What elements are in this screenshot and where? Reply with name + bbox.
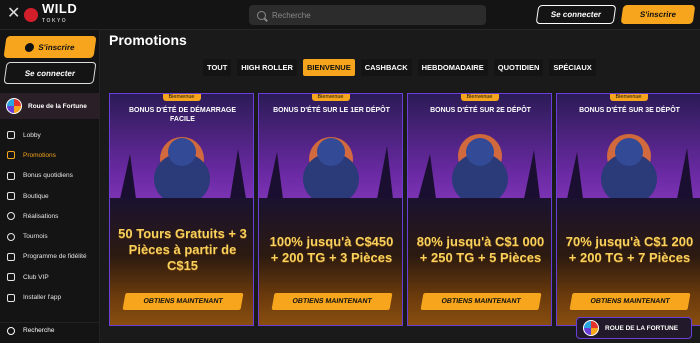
sidebar-login-button[interactable]: Se connecter <box>3 62 97 84</box>
sidebar-item-label: Lobby <box>23 131 41 139</box>
sidebar-item-shop[interactable]: Boutique <box>0 186 100 206</box>
sidebar-item-loyalty[interactable]: Programme de fidélité <box>0 247 100 267</box>
card-offer: 80% jusqu'à C$1 000 + 250 TG + 5 Pièces <box>416 234 545 265</box>
sidebar-signup-button[interactable]: S'inscrire <box>3 36 97 58</box>
bag-icon <box>7 192 15 201</box>
floating-wheel-of-fortune-button[interactable]: ROUE DE LA FORTUNE <box>576 317 692 339</box>
tab-cashback[interactable]: CASHBACK <box>360 59 412 76</box>
sidebar-item-label: Bonus quotidiens <box>23 172 73 180</box>
card-offer: 50 Tours Gratuits + 3 Pièces à partir de… <box>118 226 247 273</box>
promo-card[interactable]: Bienvenue BONUS D'ÉTÉ SUR 3E DÉPÔT 70% j… <box>556 93 700 326</box>
sidebar-item-label: Réalisations <box>23 212 59 220</box>
sidebar-wheel-of-fortune[interactable]: Roue de la Fortune <box>0 93 100 119</box>
card-offer: 100% jusqu'à C$450 + 200 TG + 3 Pièces <box>269 234 394 265</box>
sidebar-item-achievements[interactable]: Réalisations <box>0 206 100 226</box>
sidebar-wheel-label: Roue de la Fortune <box>28 102 87 110</box>
sidebar-item-label: Club VIP <box>23 273 49 281</box>
card-offer: 70% jusqu'à C$1 200 + 200 TG + 7 Pièces <box>565 234 694 265</box>
login-button[interactable]: Se connecter <box>535 5 617 24</box>
promo-card[interactable]: Bienvenue BONUS D'ÉTÉ SUR LE 1ER DÉPÔT 1… <box>258 93 403 326</box>
sidebar-search-label: Recherche <box>23 327 55 334</box>
main-content: Promotions TOUT HIGH ROLLER BIENVENUE CA… <box>101 30 700 343</box>
card-cta-button[interactable]: OBTIENS MAINTENANT <box>569 293 691 310</box>
tab-tout[interactable]: TOUT <box>203 59 232 76</box>
card-badge: Bienvenue <box>311 94 350 101</box>
search-icon <box>7 326 15 335</box>
tab-hebdomadaire[interactable]: HEBDOMADAIRE <box>417 59 488 76</box>
logo-text: WILD TOKYO <box>42 1 78 27</box>
sidebar: S'inscrire Se connecter Roue de la Fortu… <box>0 30 100 343</box>
trophy-icon <box>7 212 15 221</box>
sidebar-item-daily-bonus[interactable]: Bonus quotidiens <box>0 166 100 186</box>
sidebar-item-label: Promotions <box>23 151 56 159</box>
logo-title: WILD <box>42 1 78 16</box>
calendar-icon <box>7 171 15 180</box>
sidebar-item-label: Installer l'app <box>23 294 62 302</box>
card-cta-button[interactable]: OBTIENS MAINTENANT <box>271 293 393 310</box>
floating-wheel-label: ROUE DE LA FORTUNE <box>605 324 679 332</box>
sidebar-item-vip[interactable]: Club VIP <box>0 267 100 287</box>
sidebar-item-tournaments[interactable]: Tournois <box>0 226 100 246</box>
card-title: BONUS D'ÉTÉ DE DÉMARRAGE FACILE <box>128 107 237 123</box>
logo-subtitle: TOKYO <box>42 18 68 24</box>
signup-button[interactable]: S'inscrire <box>620 5 696 24</box>
card-title: BONUS D'ÉTÉ SUR 2E DÉPÔT <box>430 107 531 114</box>
fortune-wheel-icon <box>583 320 599 336</box>
sidebar-item-install-app[interactable]: Installer l'app <box>0 287 100 307</box>
logo[interactable]: WILD TOKYO <box>24 1 78 27</box>
tab-quotidien[interactable]: QUOTIDIEN <box>493 59 544 76</box>
crown-icon <box>7 252 15 261</box>
promo-tabs: TOUT HIGH ROLLER BIENVENUE CASHBACK HEBD… <box>203 59 596 77</box>
sidebar-item-promotions[interactable]: Promotions <box>0 145 100 165</box>
sidebar-item-label: Tournois <box>23 233 48 241</box>
search-input[interactable]: Recherche <box>249 5 486 25</box>
sidebar-signup-label: S'inscrire <box>37 42 76 52</box>
sidebar-item-label: Programme de fidélité <box>23 253 87 261</box>
close-icon[interactable]: ✕ <box>7 6 21 22</box>
card-badge: Bienvenue <box>460 94 499 101</box>
card-title: BONUS D'ÉTÉ SUR LE 1ER DÉPÔT <box>273 107 390 114</box>
card-badge: Bienvenue <box>162 94 201 101</box>
gift-icon <box>7 151 15 160</box>
card-title: BONUS D'ÉTÉ SUR 3E DÉPÔT <box>579 107 680 114</box>
top-bar: ✕ WILD TOKYO Recherche Se connecter S'in… <box>0 0 700 30</box>
promo-card[interactable]: Bienvenue BONUS D'ÉTÉ DE DÉMARRAGE FACIL… <box>109 93 254 326</box>
diamond-icon <box>7 273 15 282</box>
fortune-wheel-icon <box>6 98 22 114</box>
sidebar-search[interactable]: Recherche <box>0 322 100 338</box>
home-icon <box>7 131 15 140</box>
tournament-icon <box>7 232 15 241</box>
sidebar-item-lobby[interactable]: Lobby <box>0 125 100 145</box>
sidebar-nav: Lobby Promotions Bonus quotidiens Boutiq… <box>0 125 100 308</box>
search-placeholder: Recherche <box>272 10 311 20</box>
promo-cards: Bienvenue BONUS D'ÉTÉ DE DÉMARRAGE FACIL… <box>109 93 700 327</box>
tab-bienvenue[interactable]: BIENVENUE <box>302 59 355 76</box>
page-title: Promotions <box>109 32 187 48</box>
download-icon <box>7 293 15 302</box>
user-plus-icon <box>24 42 36 52</box>
tab-high-roller[interactable]: HIGH ROLLER <box>237 59 297 76</box>
card-cta-button[interactable]: OBTIENS MAINTENANT <box>122 293 244 310</box>
card-cta-button[interactable]: OBTIENS MAINTENANT <box>420 293 542 310</box>
search-icon <box>257 10 266 20</box>
card-badge: Bienvenue <box>609 94 648 101</box>
promo-card[interactable]: Bienvenue BONUS D'ÉTÉ SUR 2E DÉPÔT 80% j… <box>407 93 552 326</box>
tab-speciaux[interactable]: SPÉCIAUX <box>549 59 596 76</box>
logo-badge-icon <box>24 8 38 22</box>
sidebar-item-label: Boutique <box>23 192 49 200</box>
